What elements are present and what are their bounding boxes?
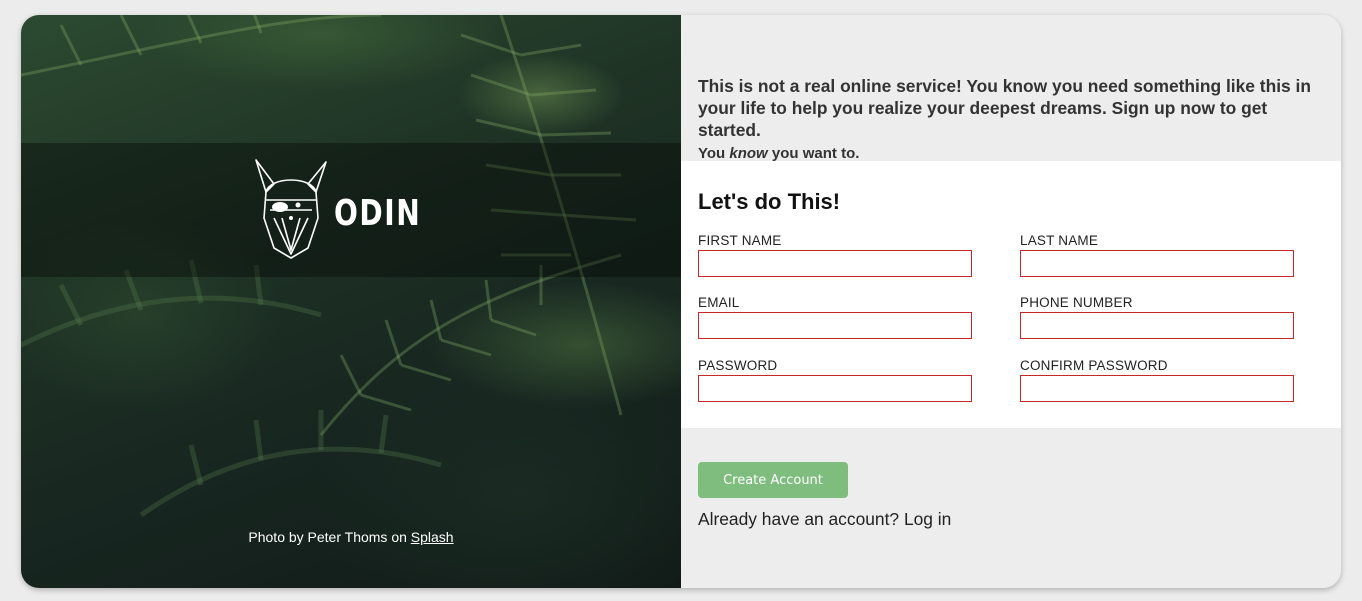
- signup-card: ODIN Photo by Peter Thoms on Splash This…: [21, 15, 1341, 588]
- brand-logo: ODIN: [252, 158, 446, 262]
- first-name-field-group: FIRST NAME: [698, 233, 972, 277]
- password-input[interactable]: [698, 375, 972, 402]
- email-field-group: EMAIL: [698, 295, 972, 339]
- intro-sub-before: You: [698, 145, 726, 162]
- logo-text: ODIN: [333, 192, 422, 234]
- login-prompt-text: Already have an account?: [698, 509, 900, 529]
- photo-credit-text: Photo by Peter Thoms on: [248, 529, 407, 545]
- first-name-input[interactable]: [698, 250, 972, 277]
- email-input[interactable]: [698, 312, 972, 339]
- confirm-password-field-group: CONFIRM PASSWORD: [1020, 358, 1294, 402]
- last-name-input[interactable]: [1020, 250, 1294, 277]
- login-prompt: Already have an account? Log in: [698, 509, 951, 530]
- confirm-password-input[interactable]: [1020, 375, 1294, 402]
- signup-panel: This is not a real online service! You k…: [681, 15, 1341, 588]
- password-field-group: PASSWORD: [698, 358, 972, 402]
- form-title: Let's do This!: [698, 189, 841, 214]
- photo-credit-link[interactable]: Splash: [411, 529, 454, 545]
- first-name-label: FIRST NAME: [698, 233, 782, 248]
- photo-credit: Photo by Peter Thoms on Splash: [21, 529, 681, 545]
- signup-form: Let's do This! FIRST NAME LAST NAME EMAI…: [681, 161, 1341, 428]
- intro-sub-after: you want to.: [771, 145, 860, 162]
- odin-viking-logo-icon: [255, 159, 327, 259]
- email-label: EMAIL: [698, 295, 740, 310]
- phone-field-group: PHONE NUMBER: [1020, 295, 1294, 339]
- intro-headline: This is not a real online service! You k…: [698, 76, 1311, 140]
- intro-text: This is not a real online service! You k…: [698, 75, 1328, 165]
- intro-sub-emphasis: know: [729, 145, 768, 162]
- phone-label: PHONE NUMBER: [1020, 295, 1133, 310]
- last-name-label: LAST NAME: [1020, 233, 1099, 248]
- password-label: PASSWORD: [698, 358, 778, 373]
- logo-band: ODIN: [21, 143, 681, 277]
- last-name-field-group: LAST NAME: [1020, 233, 1294, 277]
- phone-input[interactable]: [1020, 312, 1294, 339]
- hero-image: ODIN Photo by Peter Thoms on Splash: [21, 15, 681, 588]
- fern-background: [21, 15, 637, 518]
- confirm-password-label: CONFIRM PASSWORD: [1020, 358, 1168, 373]
- create-account-button[interactable]: Create Account: [698, 462, 848, 498]
- login-link[interactable]: Log in: [904, 509, 951, 529]
